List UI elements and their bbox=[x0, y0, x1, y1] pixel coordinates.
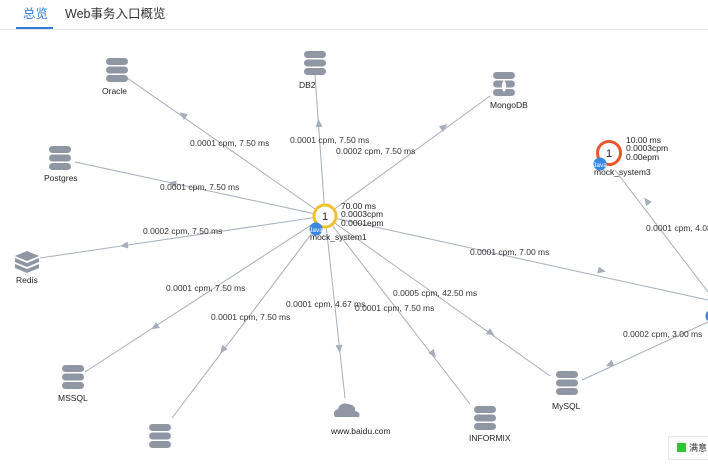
database-icon bbox=[304, 51, 326, 75]
edge-label-system2-mysql: 0.0002 cpm, 3.00 ms bbox=[623, 329, 702, 339]
satisfied-color-swatch bbox=[677, 443, 686, 452]
node-baidu[interactable]: www.baidu.com bbox=[330, 403, 391, 436]
edge-label-mongodb: 0.0002 cpm, 7.50 ms bbox=[336, 146, 415, 156]
edge-label-postgres: 0.0001 cpm, 7.50 ms bbox=[160, 182, 239, 192]
redis-icon bbox=[15, 251, 39, 273]
node-label: Redis bbox=[16, 275, 38, 285]
edge-label-system3: 0.0001 cpm, 4.08 bbox=[646, 223, 708, 233]
node-label: INFORMIX bbox=[469, 433, 511, 443]
satisfied-label: 满意 bbox=[689, 443, 708, 453]
node-label: Oracle bbox=[102, 86, 127, 96]
node-label: mock_system1 bbox=[310, 232, 367, 242]
edge-db2[interactable] bbox=[314, 74, 326, 217]
edge-label-db2: 0.0001 cpm, 7.50 ms bbox=[290, 135, 369, 145]
edge-mongodb[interactable] bbox=[324, 95, 491, 217]
database-icon bbox=[106, 58, 128, 82]
node-mysql[interactable]: MySQL bbox=[552, 371, 581, 411]
edge-label-mssql: 0.0001 cpm, 7.50 ms bbox=[166, 283, 245, 293]
mongodb-icon bbox=[493, 72, 515, 96]
satisfaction-legend: 满意 bbox=[668, 436, 708, 460]
edge-label-redis: 0.0002 cpm, 7.50 ms bbox=[143, 226, 222, 236]
edge-label-informix: 0.0001 cpm, 7.50 ms bbox=[355, 303, 434, 313]
active-tab-indicator bbox=[16, 27, 53, 29]
node-label: Postgres bbox=[44, 173, 78, 183]
edge-label-oracle: 0.0001 cpm, 7.50 ms bbox=[190, 138, 269, 148]
edge-label-baidu: 0.0001 cpm, 4.67 ms bbox=[286, 299, 365, 309]
database-icon bbox=[474, 406, 496, 430]
node-mongodb[interactable]: MongoDB bbox=[490, 72, 528, 110]
metric-epm: 0.00epm bbox=[626, 152, 659, 162]
database-icon bbox=[149, 424, 171, 448]
node-mock-system3[interactable]: 1 Java 10.00 ms 0.0003cpm 0.00epm mock_s… bbox=[593, 135, 668, 177]
edge-labels: 0.0001 cpm, 7.50 ms 0.0001 cpm, 7.50 ms … bbox=[143, 135, 708, 339]
node-postgres[interactable]: Postgres bbox=[44, 146, 78, 183]
edge-label-mysql: 0.0005 cpm, 42.50 ms bbox=[393, 288, 477, 298]
tab-bar: 总览 Web事务入口概览 bbox=[0, 0, 708, 30]
edge-label-system2: 0.0001 cpm, 7.00 ms bbox=[470, 247, 549, 257]
node-unnamed-db[interactable] bbox=[149, 424, 171, 448]
instance-count: 1 bbox=[322, 211, 328, 223]
database-icon bbox=[62, 365, 84, 389]
edges bbox=[39, 74, 708, 419]
node-db2[interactable]: DB2 bbox=[299, 51, 326, 90]
database-icon bbox=[556, 371, 578, 395]
node-mock-system1[interactable]: 1 Java 70.00 ms 0.0003cpm 0.0001epm mock… bbox=[309, 201, 383, 242]
node-label: DB2 bbox=[299, 80, 316, 90]
edge-mssql[interactable] bbox=[84, 215, 326, 373]
node-label: MongoDB bbox=[490, 100, 528, 110]
node-label: MySQL bbox=[552, 401, 581, 411]
node-label: mock_system3 bbox=[594, 167, 651, 177]
node-oracle[interactable]: Oracle bbox=[102, 58, 128, 96]
cloud-icon bbox=[334, 403, 360, 417]
topology-graph[interactable]: 0.0001 cpm, 7.50 ms 0.0001 cpm, 7.50 ms … bbox=[0, 30, 708, 465]
node-label: www.baidu.com bbox=[330, 426, 391, 436]
tab-overview[interactable]: 总览 bbox=[23, 6, 48, 22]
edge-redis[interactable] bbox=[39, 215, 326, 259]
tab-web-transaction-overview[interactable]: Web事务入口概览 bbox=[65, 6, 165, 22]
node-label: MSSQL bbox=[58, 393, 88, 403]
metric-epm: 0.0001epm bbox=[341, 218, 384, 228]
edge-label-unnamed-db: 0.0001 cpm, 7.50 ms bbox=[211, 312, 290, 322]
node-mssql[interactable]: MSSQL bbox=[58, 365, 88, 403]
node-redis[interactable]: Redis bbox=[15, 251, 39, 285]
node-informix[interactable]: INFORMIX bbox=[469, 406, 511, 443]
database-icon bbox=[49, 146, 71, 170]
instance-count: 1 bbox=[606, 148, 612, 160]
